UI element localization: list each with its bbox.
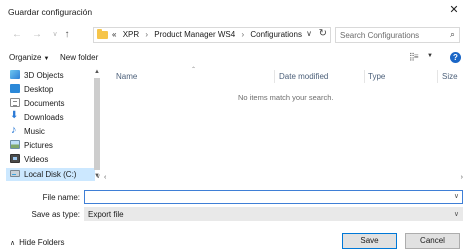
sidebar-item-music[interactable]: Music bbox=[10, 124, 95, 138]
search-box: ⌕ bbox=[335, 27, 460, 43]
breadcrumb-overflow[interactable]: « bbox=[112, 30, 116, 39]
refresh-icon[interactable]: ↻ bbox=[319, 28, 327, 39]
3d-objects-icon bbox=[10, 70, 20, 79]
chevron-down-icon: ▼ bbox=[43, 56, 50, 62]
breadcrumb-separator-icon[interactable]: › bbox=[241, 30, 244, 39]
sidebar-item-label: Local Disk (C:) bbox=[24, 170, 77, 179]
file-name-input[interactable] bbox=[88, 192, 438, 202]
local-disk-icon bbox=[10, 170, 20, 177]
documents-icon bbox=[10, 98, 20, 107]
save-as-type-select[interactable]: Export file ∨ bbox=[84, 207, 463, 221]
sidebar-item-desktop[interactable]: Desktop bbox=[10, 83, 95, 96]
sidebar-item-label: Documents bbox=[24, 99, 65, 108]
file-name-dropdown-icon[interactable]: ∨ bbox=[454, 192, 459, 200]
sidebar-item-local-disk[interactable]: Local Disk (C:) bbox=[6, 168, 95, 181]
sidebar-item-documents[interactable]: Documents bbox=[10, 97, 95, 110]
window-title: Guardar configuración bbox=[8, 7, 93, 17]
folder-icon bbox=[97, 29, 108, 39]
breadcrumb-item-xpr[interactable]: XPR bbox=[123, 30, 139, 39]
sidebar-item-label: Videos bbox=[24, 155, 49, 164]
sidebar-collapse-chevron-icon[interactable]: ∨ bbox=[96, 173, 100, 180]
file-name-label: File name: bbox=[42, 193, 80, 202]
file-list: ⌃ Name Date modified Type Size No items … bbox=[104, 67, 465, 182]
hide-folders-button[interactable]: ∧ Hide Folders bbox=[10, 238, 64, 247]
save-as-type-label: Save as type: bbox=[31, 210, 80, 219]
downloads-icon bbox=[10, 110, 20, 122]
column-header-size[interactable]: Size bbox=[442, 72, 458, 81]
help-icon[interactable]: ? bbox=[450, 52, 461, 63]
new-folder-button[interactable]: New folder bbox=[60, 53, 98, 62]
view-options-icon[interactable]: ⣿≡ bbox=[409, 52, 418, 61]
empty-folder-message: No items match your search. bbox=[238, 93, 334, 102]
column-header-type[interactable]: Type bbox=[368, 72, 385, 81]
sidebar-scrollbar[interactable]: ▲ ▼ bbox=[92, 67, 102, 182]
up-arrow-icon[interactable]: ↑ bbox=[60, 28, 74, 42]
search-input[interactable] bbox=[340, 29, 440, 41]
chevron-up-icon: ∧ bbox=[10, 240, 16, 247]
breadcrumb-item-configurations[interactable]: Configurations bbox=[250, 30, 302, 39]
scroll-left-icon[interactable]: ‹ bbox=[104, 174, 106, 181]
column-header-name[interactable]: Name bbox=[116, 72, 137, 81]
sidebar-item-label: Pictures bbox=[24, 141, 53, 150]
sidebar-item-label: 3D Objects bbox=[24, 71, 64, 80]
desktop-icon bbox=[10, 84, 20, 93]
save-button[interactable]: Save bbox=[342, 233, 397, 249]
navigation-bar: ← → ∨ ↑ « XPR › Product Manager WS4 › Co… bbox=[0, 24, 465, 46]
music-icon bbox=[10, 124, 20, 136]
videos-icon bbox=[10, 154, 20, 163]
breadcrumb: « XPR › Product Manager WS4 › Configurat… bbox=[112, 30, 302, 40]
cancel-button[interactable]: Cancel bbox=[405, 233, 460, 249]
file-name-field: ∨ bbox=[84, 190, 463, 204]
scroll-right-icon[interactable]: › bbox=[461, 174, 463, 181]
address-dropdown-icon[interactable]: ∨ bbox=[306, 29, 312, 38]
organize-button[interactable]: Organize ▼ bbox=[9, 53, 49, 62]
column-divider[interactable] bbox=[274, 70, 275, 83]
breadcrumb-separator-icon[interactable]: › bbox=[145, 30, 148, 39]
sidebar-item-label: Downloads bbox=[24, 113, 64, 122]
save-as-type-value: Export file bbox=[88, 210, 124, 219]
view-dropdown-icon[interactable]: ▼ bbox=[427, 53, 433, 59]
horizontal-scrollbar[interactable]: ‹ › bbox=[104, 173, 465, 183]
column-header-date-modified[interactable]: Date modified bbox=[279, 72, 328, 81]
hide-folders-label: Hide Folders bbox=[19, 238, 65, 247]
forward-arrow-icon[interactable]: → bbox=[30, 28, 44, 42]
close-icon[interactable]: ✕ bbox=[443, 0, 465, 22]
sidebar-item-videos[interactable]: Videos bbox=[10, 153, 95, 166]
back-arrow-icon[interactable]: ← bbox=[10, 28, 24, 42]
sort-indicator-icon: ⌃ bbox=[191, 67, 197, 73]
address-bar[interactable]: « XPR › Product Manager WS4 › Configurat… bbox=[93, 27, 331, 43]
breadcrumb-item-product-manager[interactable]: Product Manager WS4 bbox=[154, 30, 235, 39]
sidebar-item-pictures[interactable]: Pictures bbox=[10, 139, 95, 152]
navigation-pane: 3D Objects Desktop Documents Downloads M… bbox=[0, 67, 102, 182]
sidebar-item-3d-objects[interactable]: 3D Objects bbox=[10, 69, 95, 82]
title-bar: Guardar configuración ✕ bbox=[0, 0, 465, 22]
sidebar-item-downloads[interactable]: Downloads bbox=[10, 110, 95, 124]
column-divider[interactable] bbox=[364, 70, 365, 83]
scroll-up-icon[interactable]: ▲ bbox=[92, 69, 102, 75]
organize-label: Organize bbox=[9, 53, 42, 62]
save-as-type-dropdown-icon: ∨ bbox=[453, 211, 459, 218]
column-divider[interactable] bbox=[437, 70, 438, 83]
sidebar-item-label: Music bbox=[24, 127, 45, 136]
sidebar-item-label: Desktop bbox=[24, 85, 54, 94]
pictures-icon bbox=[10, 140, 20, 149]
command-bar: Organize ▼ New folder ⣿≡ ▼ ? bbox=[0, 49, 465, 67]
scrollbar-thumb[interactable] bbox=[94, 78, 100, 170]
search-icon[interactable]: ⌕ bbox=[450, 29, 455, 40]
